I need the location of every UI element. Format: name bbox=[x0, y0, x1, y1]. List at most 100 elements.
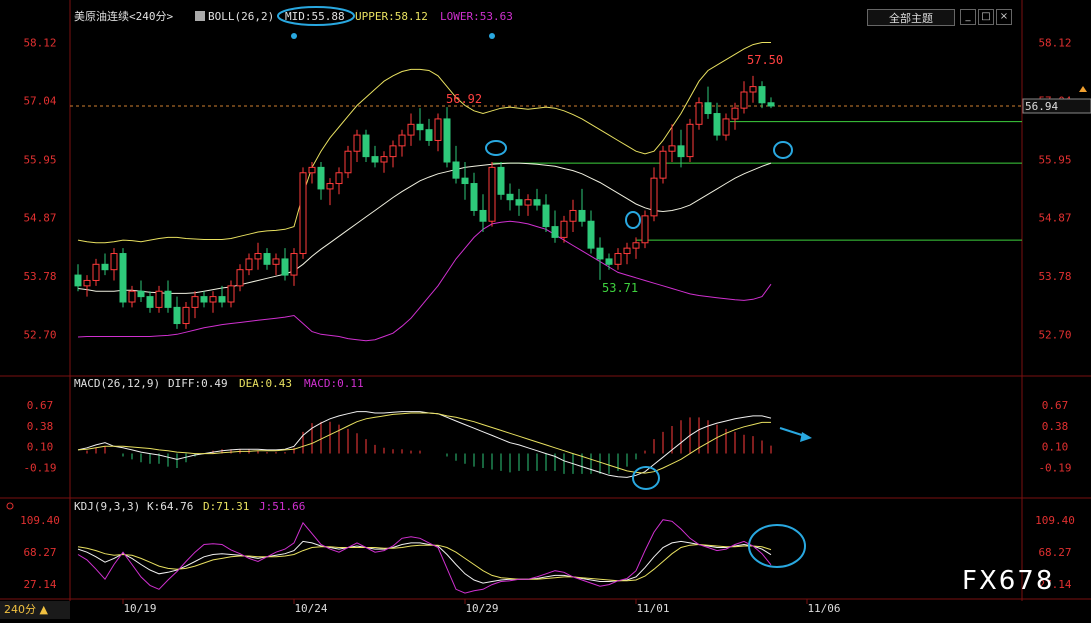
candle-body bbox=[731, 107, 739, 120]
candle-body bbox=[281, 258, 289, 276]
macd-tick-label: 0.38 bbox=[27, 420, 54, 433]
y-tick-label: 53.78 bbox=[23, 270, 56, 283]
candle-body bbox=[83, 279, 91, 287]
candle-body bbox=[380, 156, 388, 163]
candle-body bbox=[398, 134, 406, 147]
candle-body bbox=[218, 296, 226, 303]
candle-body bbox=[74, 274, 82, 287]
candle-body bbox=[155, 290, 163, 308]
candle-body bbox=[236, 269, 244, 287]
candle-body bbox=[425, 129, 433, 141]
x-tick-label: 11/06 bbox=[807, 602, 840, 615]
candle-body bbox=[443, 118, 451, 163]
candle-body bbox=[209, 296, 217, 303]
candle-body bbox=[146, 296, 154, 308]
y-tick-label: 55.95 bbox=[23, 153, 56, 166]
kdj-k-line bbox=[77, 540, 772, 584]
candle-body bbox=[767, 102, 775, 107]
x-tick-label: 10/24 bbox=[294, 602, 327, 615]
candle-body bbox=[434, 118, 442, 141]
arrow-head-icon bbox=[800, 432, 812, 442]
candle-body bbox=[533, 199, 541, 206]
y-tick-label: 58.12 bbox=[23, 36, 56, 49]
stock-chart: 58.1258.1257.0457.0455.9555.9554.8754.87… bbox=[0, 0, 1091, 615]
kdj-tick-label: 109.40 bbox=[20, 514, 60, 527]
macd-tick-label: 0.67 bbox=[27, 399, 54, 412]
macd-diff-label: DIFF:0.49 bbox=[168, 377, 228, 390]
candle-body bbox=[641, 215, 649, 244]
candle-body bbox=[344, 150, 352, 174]
kdj-title: KDJ(9,3,3) bbox=[74, 500, 140, 513]
boll-lower-line bbox=[77, 220, 772, 342]
candle-body bbox=[362, 134, 370, 158]
candle-body bbox=[317, 166, 325, 190]
boll-toggle-icon bbox=[195, 11, 205, 21]
candle-body bbox=[650, 177, 658, 217]
candle-body bbox=[245, 258, 253, 271]
kdj-tick-label: 109.40 bbox=[1035, 514, 1075, 527]
macd-tick-label: 0.38 bbox=[1042, 420, 1069, 433]
candle-body bbox=[263, 253, 271, 265]
candle-body bbox=[92, 263, 100, 281]
candle-body bbox=[632, 242, 640, 249]
annotation-dot bbox=[489, 33, 495, 39]
candle-body bbox=[164, 290, 172, 308]
candle-body bbox=[587, 220, 595, 249]
macd-diff-line bbox=[77, 411, 772, 478]
x-tick-label: 11/01 bbox=[636, 602, 669, 615]
macd-dea-label: DEA:0.43 bbox=[239, 377, 292, 390]
kdj-tick-label: 27.14 bbox=[23, 578, 56, 591]
candle-body bbox=[101, 263, 109, 271]
close-icon[interactable]: × bbox=[996, 9, 1012, 25]
candle-body bbox=[659, 150, 667, 179]
period-selector[interactable]: 240分 ▲ bbox=[0, 601, 70, 619]
cross-circle bbox=[625, 211, 641, 229]
theme-button[interactable]: 全部主题 bbox=[867, 9, 955, 26]
candle-body bbox=[488, 166, 496, 222]
candle-body bbox=[479, 209, 487, 222]
candle-body bbox=[758, 86, 766, 104]
candle-body bbox=[497, 166, 505, 195]
boll-mid-line bbox=[77, 162, 772, 294]
macd-tick-label: 0.67 bbox=[1042, 399, 1069, 412]
candle-body bbox=[191, 296, 199, 308]
kdj-j-line bbox=[77, 519, 772, 594]
candle-body bbox=[506, 193, 514, 201]
macd-tick-label: 0.10 bbox=[1042, 440, 1069, 453]
candle-body bbox=[704, 102, 712, 115]
boll-lower-label: LOWER:53.63 bbox=[440, 10, 513, 23]
candle-body bbox=[227, 285, 235, 303]
candle-body bbox=[353, 134, 361, 152]
candle-body bbox=[461, 177, 469, 185]
candle-body bbox=[272, 258, 280, 265]
candle-body bbox=[677, 145, 685, 158]
candle-body bbox=[308, 166, 316, 174]
boll-mid-label: MID:55.88 bbox=[285, 10, 345, 23]
candle-body bbox=[614, 253, 622, 265]
instrument-title: 美原油连续<240分> bbox=[74, 9, 173, 23]
maximize-icon[interactable]: □ bbox=[978, 9, 994, 25]
minimize-icon[interactable]: _ bbox=[960, 9, 976, 25]
candle-body bbox=[542, 204, 550, 228]
watermark: FX678 bbox=[962, 566, 1055, 596]
kdj-k-label: K:64.76 bbox=[147, 500, 193, 513]
candle-body bbox=[668, 145, 676, 152]
candle-body bbox=[110, 253, 118, 271]
chart-root: 58.1258.1257.0457.0455.9555.9554.8754.87… bbox=[0, 0, 1091, 619]
last-price-label: 56.94 bbox=[1025, 100, 1058, 113]
candle-body bbox=[137, 290, 145, 298]
y-tick-label: 55.95 bbox=[1038, 153, 1071, 166]
x-tick-label: 10/19 bbox=[123, 602, 156, 615]
candle-body bbox=[596, 247, 604, 260]
candle-body bbox=[569, 209, 577, 222]
y-tick-label: 53.78 bbox=[1038, 270, 1071, 283]
candle-body bbox=[452, 161, 460, 179]
y-tick-label: 54.87 bbox=[1038, 211, 1071, 224]
macd-tick-label: -0.19 bbox=[1038, 461, 1071, 474]
candle-body bbox=[389, 145, 397, 158]
kdj-d-label: D:71.31 bbox=[203, 500, 249, 513]
candle-body bbox=[128, 290, 136, 303]
y-tick-label: 52.70 bbox=[23, 328, 56, 341]
candle-body bbox=[290, 253, 298, 276]
candle-body bbox=[695, 102, 703, 125]
